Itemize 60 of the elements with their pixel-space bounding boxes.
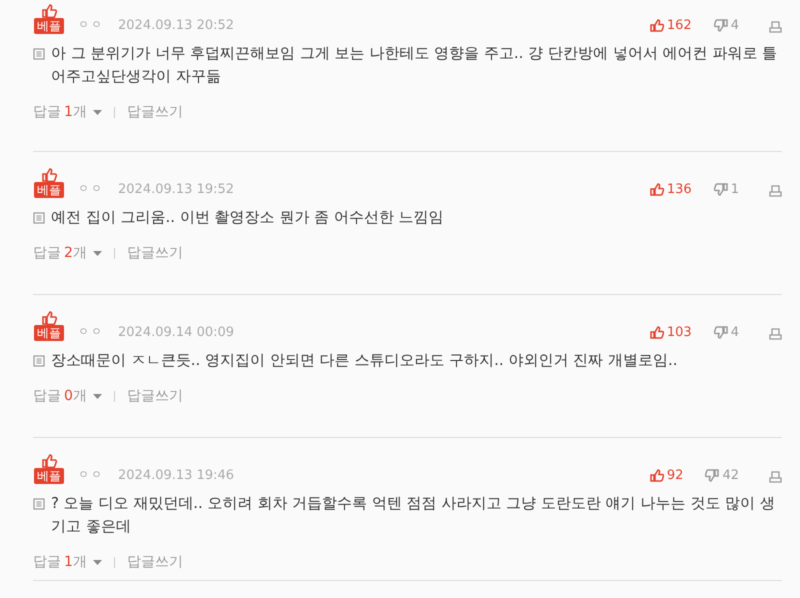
thumbs-up-icon bbox=[650, 19, 664, 32]
printer-icon bbox=[769, 471, 782, 483]
write-reply-link[interactable]: 답글쓰기 bbox=[126, 244, 183, 262]
caret-icon bbox=[92, 394, 102, 398]
comment-text: 장소때문이 ㅈㄴ큰듯.. 영지집이 안되면 다른 스튜디오라도 구하지.. 야외인거 진짜 개별로임.. bbox=[51, 350, 678, 371]
thumbs-up-icon bbox=[41, 168, 57, 182]
thumbs-up-icon bbox=[41, 454, 57, 468]
dislike-button[interactable]: 1 bbox=[714, 182, 739, 197]
thumbs-down-icon bbox=[705, 469, 720, 482]
comment-date: 2024.09.13 20:52 bbox=[118, 18, 234, 33]
thumbs-down-icon bbox=[714, 19, 728, 32]
best-badge: 베플 bbox=[34, 182, 64, 198]
like-button[interactable]: 136 bbox=[650, 182, 692, 197]
comment-text: 아 그 분위기가 너무 후덥찌끈해보임 그게 보는 나한테도 영향을 주고.. 걍 단칸방에 넣어서 에어컨 파워로 틀어주고싶단생각이 자꾸듦 bbox=[51, 43, 778, 87]
author-name: ㅇㅇ bbox=[78, 17, 104, 32]
dislike-button[interactable]: 4 bbox=[714, 325, 739, 340]
thumbs-up-icon bbox=[650, 469, 664, 482]
caret-icon bbox=[92, 560, 102, 564]
thumbs-up-icon bbox=[41, 4, 57, 18]
best-badge: 베플 bbox=[34, 468, 64, 484]
report-button[interactable] bbox=[769, 328, 782, 340]
memo-icon bbox=[33, 212, 45, 224]
comment-date: 2024.09.13 19:52 bbox=[118, 182, 234, 197]
author-name: ㅇㅇ bbox=[78, 467, 104, 482]
comment-date: 2024.09.13 19:46 bbox=[118, 468, 234, 483]
comment-date: 2024.09.14 00:09 bbox=[118, 325, 234, 340]
author-name: ㅇㅇ bbox=[78, 181, 104, 196]
caret-icon bbox=[92, 110, 102, 114]
like-button[interactable]: 92 bbox=[650, 468, 684, 483]
author-name: ㅇㅇ bbox=[78, 324, 104, 339]
report-button[interactable] bbox=[769, 471, 782, 483]
printer-icon bbox=[769, 21, 782, 33]
report-button[interactable] bbox=[769, 21, 782, 33]
report-button[interactable] bbox=[769, 185, 782, 197]
thumbs-up-icon bbox=[650, 326, 664, 339]
like-button[interactable]: 162 bbox=[650, 18, 692, 33]
replies-toggle[interactable]: 답글 1개 bbox=[33, 553, 102, 571]
best-badge: 베플 bbox=[34, 325, 64, 341]
memo-icon bbox=[33, 355, 45, 367]
replies-toggle[interactable]: 답글 0개 bbox=[33, 387, 102, 405]
dislike-button[interactable]: 4 bbox=[714, 18, 739, 33]
best-badge: 베플 bbox=[34, 18, 64, 34]
memo-icon bbox=[33, 48, 45, 60]
comment-text: 예전 집이 그리움.. 이번 촬영장소 뭔가 좀 어수선한 느낌임 bbox=[51, 207, 444, 228]
comment-text: ? 오늘 디오 재밌던데.. 오히려 회차 거듭할수록 억텐 점점 사라지고 그냥 도란도란 얘기 나누는 것도 많이 생기고 좋은데 bbox=[51, 493, 776, 537]
dislike-button[interactable]: 42 bbox=[705, 468, 739, 483]
like-button[interactable]: 103 bbox=[650, 325, 692, 340]
thumbs-up-icon bbox=[41, 311, 57, 325]
write-reply-link[interactable]: 답글쓰기 bbox=[126, 387, 183, 405]
write-reply-link[interactable]: 답글쓰기 bbox=[126, 103, 183, 121]
caret-icon bbox=[92, 250, 102, 256]
replies-toggle[interactable]: 답글 1개 bbox=[33, 103, 102, 121]
thumbs-down-icon bbox=[714, 183, 728, 196]
memo-icon bbox=[33, 498, 45, 510]
replies-toggle[interactable]: 답글 2개 bbox=[33, 244, 102, 262]
thumbs-down-icon bbox=[714, 326, 728, 339]
write-reply-link[interactable]: 답글쓰기 bbox=[126, 553, 183, 571]
printer-icon bbox=[769, 185, 782, 197]
thumbs-up-icon bbox=[650, 183, 664, 196]
printer-icon bbox=[769, 328, 782, 340]
